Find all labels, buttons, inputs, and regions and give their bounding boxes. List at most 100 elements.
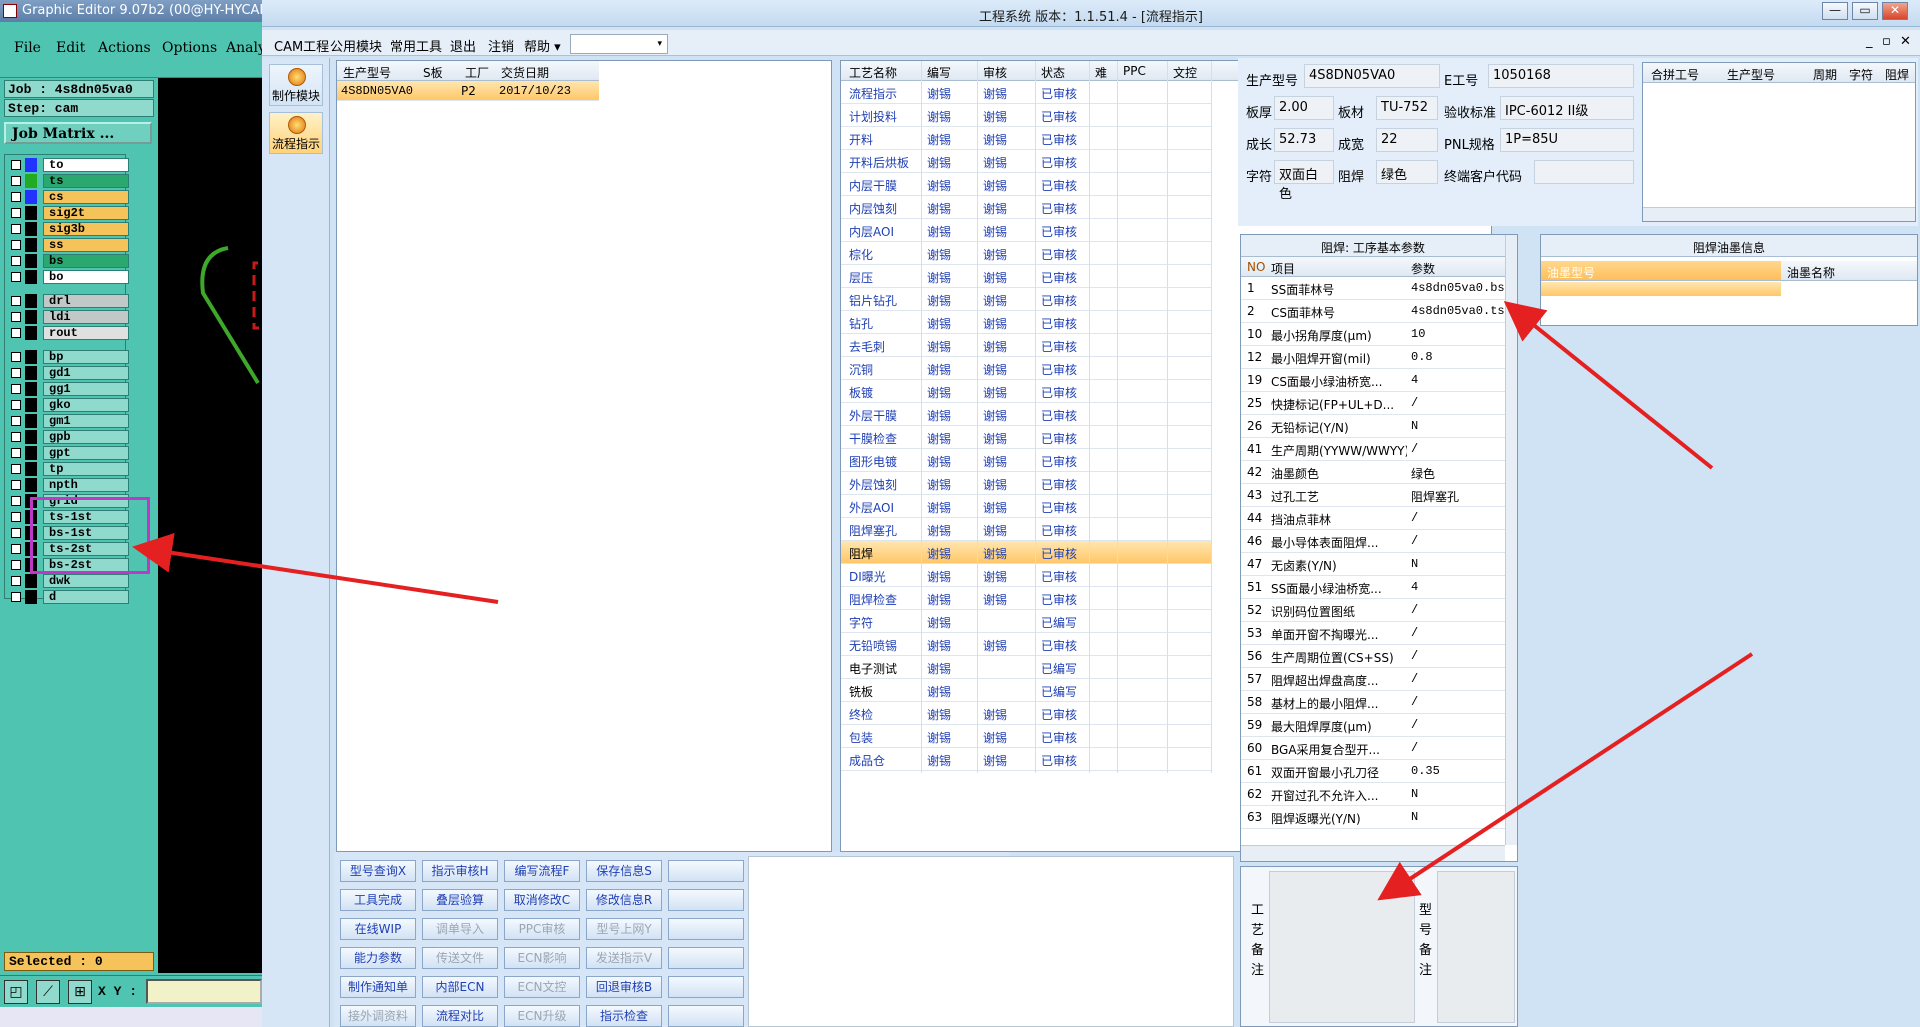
table-row[interactable]: 41 生产周期(YYWW/WWYY) /: [1241, 438, 1505, 461]
info-value[interactable]: 22: [1376, 128, 1438, 152]
action-button[interactable]: 型号上网Y: [586, 918, 662, 940]
table-row[interactable]: 终检 谢锡 谢锡 已审核: [841, 702, 1211, 725]
table-row[interactable]: 外层干膜 谢锡 谢锡 已审核: [841, 403, 1211, 426]
table-row[interactable]: 内层干膜 谢锡 谢锡 已审核: [841, 173, 1211, 196]
layer-checkbox[interactable]: [11, 328, 21, 338]
layer-checkbox[interactable]: [11, 192, 21, 202]
xy-input[interactable]: [146, 979, 262, 1004]
action-button[interactable]: 修改信息R: [586, 889, 662, 911]
table-row[interactable]: 层压 谢锡 谢锡 已审核: [841, 265, 1211, 288]
action-button[interactable]: ECN升级: [504, 1005, 580, 1027]
info-value[interactable]: 2.00: [1274, 96, 1334, 120]
nav-process-indication[interactable]: 流程指示: [269, 112, 323, 154]
zoom-tool-icon[interactable]: ◰: [4, 980, 28, 1004]
col-ppc[interactable]: PPC: [1123, 64, 1146, 78]
layer-checkbox[interactable]: [11, 240, 21, 250]
table-row[interactable]: 流程指示 谢锡 谢锡 已审核: [841, 81, 1211, 104]
action-button[interactable]: 取消修改C: [504, 889, 580, 911]
table-row[interactable]: 53 单面开窗不掏曝光... /: [1241, 622, 1505, 645]
col-doc-control[interactable]: 文控: [1173, 64, 1197, 81]
table-row[interactable]: 52 识别码位置图纸 /: [1241, 599, 1505, 622]
layer-row[interactable]: d: [7, 590, 129, 604]
table-row[interactable]: 61 双面开窗最小孔刀径 0.35: [1241, 760, 1505, 783]
layer-row[interactable]: npth: [7, 478, 129, 492]
layer-row[interactable]: bo: [7, 270, 129, 284]
menu-common-module[interactable]: 公用模块: [330, 36, 382, 55]
action-button[interactable]: 发送指示V: [586, 947, 662, 969]
table-row[interactable]: 包装 谢锡 谢锡 已审核: [841, 725, 1211, 748]
table-row[interactable]: 字符 谢锡 已编写: [841, 610, 1211, 633]
vertical-scrollbar[interactable]: [1505, 235, 1517, 845]
layer-checkbox[interactable]: [11, 448, 21, 458]
layer-row[interactable]: gpb: [7, 430, 129, 444]
table-row[interactable]: 外层AOI 谢锡 谢锡 已审核: [841, 495, 1211, 518]
col-ink-name[interactable]: 油墨名称: [1787, 264, 1835, 281]
layer-checkbox[interactable]: [11, 256, 21, 266]
menu-file[interactable]: File: [14, 40, 41, 56]
layer-checkbox[interactable]: [11, 496, 21, 506]
col-item[interactable]: 项目: [1271, 260, 1295, 277]
info-value[interactable]: 52.73: [1274, 128, 1334, 152]
action-button[interactable]: 叠层验算: [422, 889, 498, 911]
action-button[interactable]: 指示检查: [586, 1005, 662, 1027]
layer-checkbox[interactable]: [11, 160, 21, 170]
action-button[interactable]: 工具完成: [340, 889, 416, 911]
table-row[interactable]: 25 快捷标记(FP+UL+D... /: [1241, 392, 1505, 415]
model-notes-textarea[interactable]: [1437, 871, 1515, 1023]
info-value[interactable]: TU-752: [1376, 96, 1438, 120]
layer-checkbox[interactable]: [11, 400, 21, 410]
layer-row[interactable]: rout: [7, 326, 129, 340]
table-row[interactable]: 56 生产周期位置(CS+SS) /: [1241, 645, 1505, 668]
mdi-close-button[interactable]: ✕: [1900, 34, 1911, 49]
table-row[interactable]: 电子测试 谢锡 已编写: [841, 656, 1211, 679]
col-combine-no[interactable]: 合拼工号: [1651, 66, 1699, 83]
layer-checkbox[interactable]: [11, 528, 21, 538]
action-button[interactable]: [668, 1005, 744, 1027]
layer-row[interactable]: bp: [7, 350, 129, 364]
menu-logout[interactable]: 注销: [488, 36, 514, 55]
maximize-button[interactable]: ▭: [1852, 2, 1878, 20]
table-row[interactable]: 58 基材上的最小阻焊... /: [1241, 691, 1505, 714]
grid-tool-icon[interactable]: ⊞: [68, 980, 92, 1004]
menu-actions[interactable]: Actions: [98, 40, 151, 56]
table-row[interactable]: 钻孔 谢锡 谢锡 已审核: [841, 311, 1211, 334]
layer-checkbox[interactable]: [11, 480, 21, 490]
menu-common-tools[interactable]: 常用工具: [390, 36, 442, 55]
menu-options[interactable]: Options: [162, 40, 217, 56]
layer-row[interactable]: to: [7, 158, 129, 172]
layer-row[interactable]: gd1: [7, 366, 129, 380]
table-row[interactable]: 59 最大阻焊厚度(μm) /: [1241, 714, 1505, 737]
col-model[interactable]: 生产型号: [343, 64, 391, 81]
horizontal-scrollbar[interactable]: [1241, 845, 1505, 861]
layer-row[interactable]: cs: [7, 190, 129, 204]
layer-checkbox[interactable]: [11, 176, 21, 186]
col-delivery[interactable]: 交货日期: [501, 64, 549, 81]
table-row[interactable]: 内层蚀刻 谢锡 谢锡 已审核: [841, 196, 1211, 219]
table-row[interactable]: 图形电镀 谢锡 谢锡 已审核: [841, 449, 1211, 472]
table-row[interactable]: DI曝光 谢锡 谢锡 已审核: [841, 564, 1211, 587]
menu-combobox[interactable]: ▾: [570, 34, 668, 54]
col-ink-model[interactable]: 油墨型号: [1547, 264, 1595, 281]
layer-checkbox[interactable]: [11, 384, 21, 394]
table-row[interactable]: 46 最小导体表面阻焊... /: [1241, 530, 1505, 553]
layer-checkbox[interactable]: [11, 512, 21, 522]
table-row[interactable]: 无铅喷锡 谢锡 谢锡 已审核: [841, 633, 1211, 656]
table-row[interactable]: 60 BGA采用复合型开... /: [1241, 737, 1505, 760]
info-value[interactable]: [1534, 160, 1634, 184]
layer-row[interactable]: gm1: [7, 414, 129, 428]
table-row[interactable]: 26 无铅标记(Y/N) N: [1241, 415, 1505, 438]
table-row[interactable]: 干膜检查 谢锡 谢锡 已审核: [841, 426, 1211, 449]
action-button[interactable]: 在线WIP: [340, 918, 416, 940]
col-reviewer[interactable]: 审核: [983, 64, 1007, 81]
table-row[interactable]: 计划投料 谢锡 谢锡 已审核: [841, 104, 1211, 127]
minimize-button[interactable]: —: [1822, 2, 1848, 20]
layer-checkbox[interactable]: [11, 432, 21, 442]
col-combine-char[interactable]: 字符: [1849, 66, 1873, 83]
layer-row[interactable]: bs: [7, 254, 129, 268]
layer-checkbox[interactable]: [11, 576, 21, 586]
layer-row[interactable]: gko: [7, 398, 129, 412]
col-process-name[interactable]: 工艺名称: [849, 64, 897, 81]
table-row[interactable]: 阻焊塞孔 谢锡 谢锡 已审核: [841, 518, 1211, 541]
table-row[interactable]: 铣板 谢锡 已编写: [841, 679, 1211, 702]
action-button[interactable]: ECN文控: [504, 976, 580, 998]
